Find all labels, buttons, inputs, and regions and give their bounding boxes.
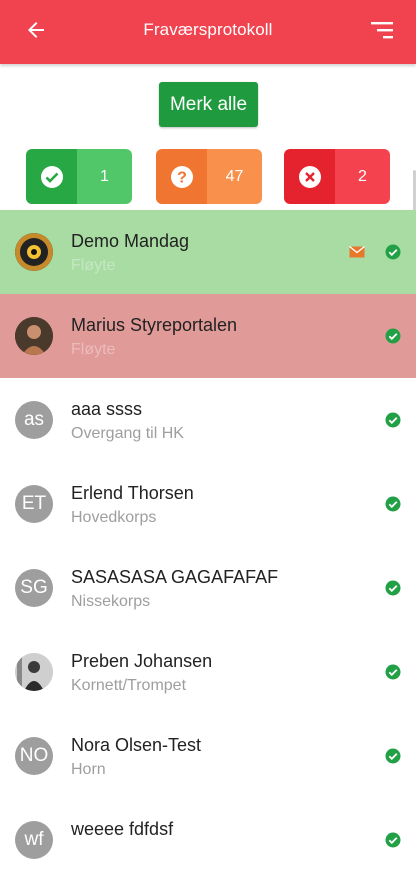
member-instrument: Fløyte: [71, 341, 116, 358]
member-name: aaa ssss: [71, 399, 143, 419]
question-circle-icon: ?: [156, 149, 207, 204]
list-item[interactable]: NO Nora Olsen-Test Horn: [0, 714, 416, 798]
member-name: Marius Styreportalen: [71, 315, 238, 335]
check-circle-icon[interactable]: [385, 580, 401, 596]
avatar: [15, 653, 53, 691]
list-item[interactable]: as aaa ssss Overgang til HK: [0, 378, 416, 462]
list-item[interactable]: wf weeee fdfdsf: [0, 798, 416, 882]
list-item[interactable]: SG SASASASA GAGAFAFAF Nissekorps: [0, 546, 416, 630]
check-circle-icon: [26, 149, 77, 204]
member-list: Demo Mandag Fløyte Marius Styreportalen …: [0, 210, 416, 882]
unknown-count-button[interactable]: ? 47: [156, 149, 262, 204]
list-item[interactable]: ET Erlend Thorsen Hovedkorps: [0, 462, 416, 546]
member-instrument: Nissekorps: [71, 593, 151, 610]
check-circle-icon[interactable]: [385, 832, 401, 848]
avatar: wf: [15, 821, 53, 859]
sort-menu-icon[interactable]: [370, 20, 394, 40]
app-bar: Fraværsprotokoll: [0, 0, 416, 64]
list-item[interactable]: Demo Mandag Fløyte: [0, 210, 416, 294]
svg-text:?: ?: [177, 169, 187, 186]
check-circle-icon[interactable]: [385, 244, 401, 260]
check-circle-icon[interactable]: [385, 664, 401, 680]
present-count-button[interactable]: 1: [26, 149, 132, 204]
member-name: Demo Mandag: [71, 231, 190, 251]
check-circle-icon[interactable]: [385, 412, 401, 428]
check-circle-icon[interactable]: [385, 496, 401, 512]
present-count: 1: [77, 149, 132, 204]
x-circle-icon: [284, 149, 335, 204]
check-circle-icon[interactable]: [385, 748, 401, 764]
check-circle-icon[interactable]: [385, 328, 401, 344]
member-instrument: Overgang til HK: [71, 425, 184, 442]
avatar: [15, 233, 53, 271]
mail-icon[interactable]: [349, 246, 365, 258]
avatar: [15, 317, 53, 355]
member-name: weeee fdfdsf: [71, 819, 174, 839]
unknown-count: 47: [207, 149, 262, 204]
mark-all-button[interactable]: Merk alle: [159, 82, 258, 127]
avatar: NO: [15, 737, 53, 775]
member-name: SASASASA GAGAFAFAF: [71, 567, 279, 587]
avatar: ET: [15, 485, 53, 523]
member-name: Preben Johansen: [71, 651, 213, 671]
absent-count-button[interactable]: 2: [284, 149, 390, 204]
absent-count: 2: [335, 149, 390, 204]
member-instrument: Kornett/Trompet: [71, 677, 187, 694]
list-item[interactable]: Preben Johansen Kornett/Trompet: [0, 630, 416, 714]
member-instrument: Fløyte: [71, 257, 116, 274]
page-title: Fraværsprotokoll: [143, 20, 273, 39]
list-item[interactable]: Marius Styreportalen Fløyte: [0, 294, 416, 378]
member-instrument: Hovedkorps: [71, 509, 157, 526]
avatar: SG: [15, 569, 53, 607]
member-instrument: Horn: [71, 761, 106, 778]
member-name: Erlend Thorsen: [71, 483, 194, 503]
avatar: as: [15, 401, 53, 439]
member-name: Nora Olsen-Test: [71, 735, 202, 755]
